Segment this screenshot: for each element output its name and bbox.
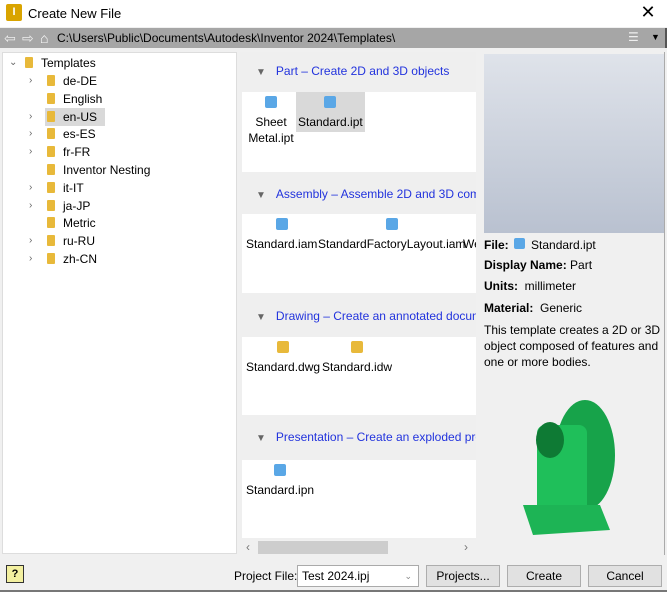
- chevron-right-icon[interactable]: ›: [29, 250, 32, 268]
- group-files: Sheet Metal.ipt Standard.ipt: [242, 92, 476, 172]
- template-file[interactable]: Standard.ipn: [246, 460, 314, 498]
- project-file-label: Project File:: [234, 569, 298, 583]
- part-thumbnail-image: [523, 400, 615, 535]
- back-arrow-icon[interactable]: ⇦: [4, 30, 16, 47]
- forward-arrow-icon[interactable]: ⇨: [22, 30, 34, 47]
- group-files: Standard.ipn: [242, 460, 476, 538]
- folder-icon: [47, 181, 55, 193]
- assembly-file-icon: [275, 218, 288, 230]
- display-name-info: Display Name: Part: [484, 258, 593, 272]
- chevron-down-icon[interactable]: ▼: [651, 32, 660, 42]
- folder-icon: [47, 164, 55, 175]
- scroll-right-icon[interactable]: ›: [464, 540, 468, 554]
- drawing-file-icon: [277, 341, 290, 353]
- template-file[interactable]: Standard.idw: [322, 337, 392, 375]
- folder-icon: [25, 57, 33, 68]
- units-info: Units: millimeter: [484, 279, 577, 293]
- group-header[interactable]: ▼Presentation – Create an exploded proje…: [240, 421, 476, 454]
- scroll-left-icon[interactable]: ‹: [246, 540, 250, 554]
- path-bar: ⇦ ⇨ ⌂ C:\Users\Public\Documents\Autodesk…: [0, 28, 667, 48]
- group-header[interactable]: ▼ Part – Create 2D and 3D objects: [240, 55, 476, 88]
- close-icon[interactable]: ✕: [636, 2, 660, 23]
- scrollbar-thumb[interactable]: [258, 541, 388, 554]
- cancel-button[interactable]: Cancel: [588, 565, 662, 587]
- template-file[interactable]: Weldment.iam: [463, 214, 476, 252]
- template-file[interactable]: Sheet Metal.ipt: [246, 92, 296, 146]
- group-files: Standard.iamStandardFactoryLayout.iamWel…: [242, 214, 476, 293]
- tree-item-inventor-nesting[interactable]: Inventor Nesting: [45, 161, 150, 179]
- part-file-icon: [514, 238, 526, 249]
- tree-item-de-de[interactable]: › de-DE: [29, 72, 97, 90]
- project-file-select[interactable]: Test 2024.ipj ⌄: [297, 565, 419, 587]
- chevron-right-icon[interactable]: ›: [29, 232, 32, 250]
- folder-icon: [47, 128, 55, 140]
- inventor-app-icon: I: [6, 4, 22, 21]
- projects-button[interactable]: Projects...: [426, 565, 500, 587]
- template-description: This template creates a 2D or 3D object …: [484, 323, 661, 369]
- tree-item-es-es[interactable]: › es-ES: [29, 125, 96, 143]
- group-files: Standard.dwg Standard.idw: [242, 337, 476, 415]
- collapse-triangle-icon[interactable]: ▼: [256, 312, 266, 323]
- group-header[interactable]: ▼Assembly – Assemble 2D and 3D component…: [240, 178, 476, 211]
- window-title: Create New File: [28, 6, 122, 21]
- template-list: ▼ Part – Create 2D and 3D objects Sheet Me…: [240, 52, 476, 540]
- tree-item-ru-ru[interactable]: › ru-RU: [29, 232, 95, 250]
- chevron-right-icon[interactable]: ›: [29, 179, 32, 197]
- template-file[interactable]: StandardFactoryLayout.iam: [318, 214, 465, 252]
- collapse-triangle-icon[interactable]: ▼: [256, 433, 266, 444]
- part-file-icon: [265, 96, 277, 108]
- home-icon[interactable]: ⌂: [40, 30, 48, 46]
- collapse-triangle-icon[interactable]: ▼: [256, 67, 266, 78]
- part-file-icon: [324, 96, 337, 108]
- template-file[interactable]: Standard.iam: [246, 214, 317, 252]
- template-preview: [484, 54, 664, 233]
- folder-icon: [47, 199, 55, 211]
- folder-icon: [47, 253, 55, 264]
- folder-icon: [47, 235, 55, 247]
- create-button[interactable]: Create: [507, 565, 581, 587]
- template-file[interactable]: Standard.dwg: [246, 337, 320, 375]
- help-icon[interactable]: ?: [6, 565, 24, 583]
- chevron-right-icon[interactable]: ›: [29, 143, 32, 161]
- folder-icon: [47, 217, 55, 229]
- title-bar: I Create New File ✕: [0, 0, 667, 27]
- chevron-right-icon[interactable]: ›: [29, 108, 32, 126]
- presentation-file-icon: [274, 464, 287, 476]
- group-header[interactable]: ▼Drawing – Create an annotated document: [240, 300, 476, 333]
- chevron-down-icon: ⌄: [404, 571, 412, 581]
- folder-icon: [47, 92, 55, 104]
- folder-tree: ⌄ Templates › de-DE English › en-US › es-ES › fr-…: [2, 52, 237, 554]
- assembly-file-icon: [385, 218, 398, 230]
- collapse-triangle-icon[interactable]: ▼: [256, 190, 266, 201]
- tree-item-english[interactable]: English: [45, 90, 102, 108]
- tree-item-zh-cn[interactable]: › zh-CN: [29, 250, 97, 268]
- chevron-right-icon[interactable]: ›: [29, 72, 32, 90]
- file-info: File: Standard.ipt: [484, 238, 596, 252]
- chevron-right-icon[interactable]: ›: [29, 125, 32, 143]
- folder-icon: [47, 146, 55, 158]
- view-list-icon[interactable]: ☰: [628, 30, 639, 44]
- tree-item-ja-jp[interactable]: › ja-JP: [29, 197, 90, 215]
- tree-item-en-us[interactable]: › en-US: [29, 107, 106, 126]
- tree-item-fr-fr[interactable]: › fr-FR: [29, 143, 90, 161]
- path-text: C:\Users\Public\Documents\Autodesk\Inven…: [57, 31, 396, 45]
- chevron-right-icon[interactable]: ›: [29, 197, 32, 215]
- template-file[interactable]: Standard.ipt: [296, 92, 365, 132]
- material-info: Material: Generic: [484, 301, 583, 315]
- folder-icon: [47, 110, 55, 122]
- tree-item-templates[interactable]: ⌄ Templates: [9, 54, 96, 72]
- tree-item-metric[interactable]: Metric: [45, 214, 96, 232]
- folder-icon: [47, 75, 55, 86]
- tree-item-it-it[interactable]: › it-IT: [29, 179, 84, 197]
- drawing-file-icon: [351, 341, 364, 353]
